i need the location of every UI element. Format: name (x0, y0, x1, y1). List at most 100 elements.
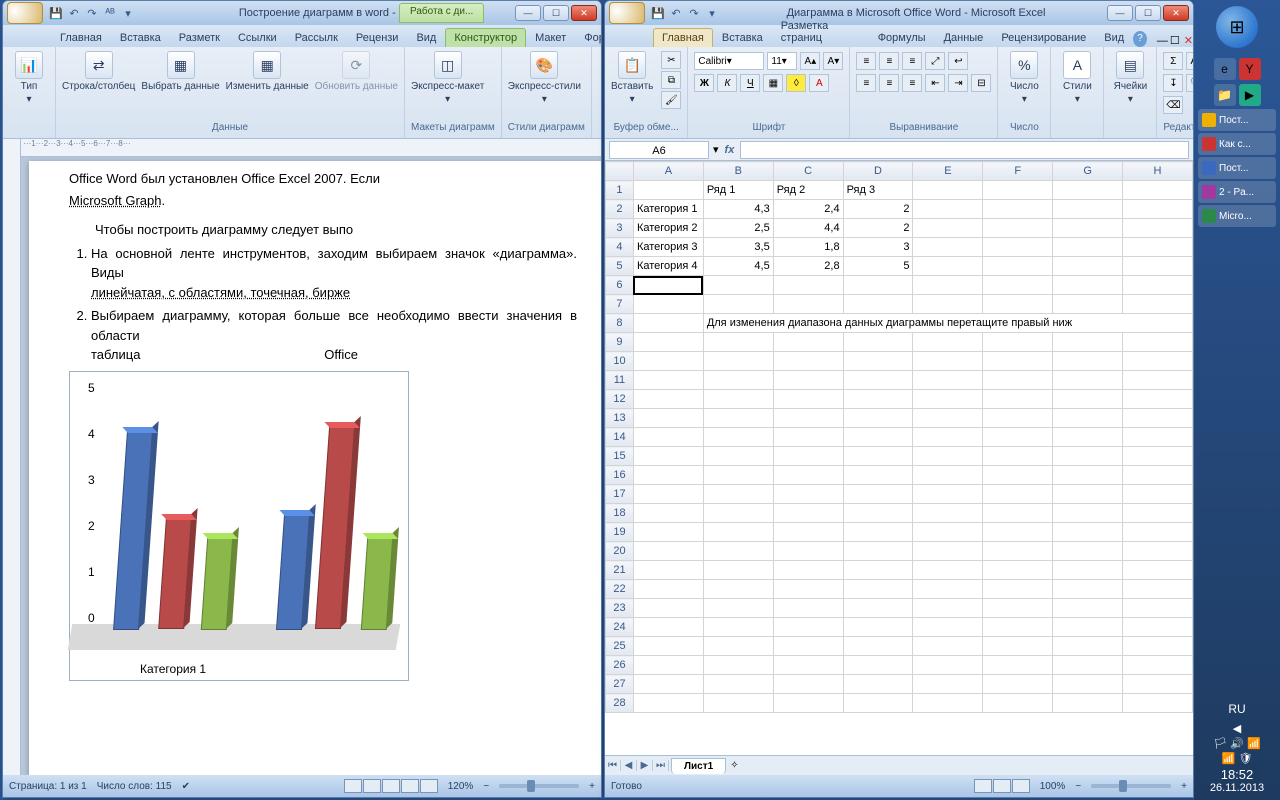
tab-review[interactable]: Рецензирование (992, 28, 1095, 47)
sort-icon[interactable]: A↓ (1186, 52, 1194, 70)
word-count[interactable]: Число слов: 115 (97, 781, 172, 792)
find-icon[interactable]: 🔍 (1186, 74, 1194, 92)
pinned-yandex-icon[interactable]: Y (1239, 58, 1261, 80)
sheet-tab-1[interactable]: Лист1 (671, 758, 726, 774)
name-box[interactable]: A6 (609, 141, 709, 159)
tray-network-icon[interactable]: 📶 (1247, 737, 1261, 750)
align-center-icon[interactable]: ≡ (879, 74, 899, 92)
paste-button[interactable]: 📋Вставить▾ (611, 51, 653, 105)
autosum-icon[interactable]: Σ (1163, 52, 1183, 70)
tray-volume-icon[interactable]: 🔊 (1230, 737, 1244, 750)
zoom-in-icon[interactable]: + (589, 781, 595, 792)
horizontal-ruler[interactable]: ···1···2···3···4···5···6···7···8··· (21, 139, 601, 157)
italic-icon[interactable]: К (717, 74, 737, 92)
spellcheck-icon[interactable]: ᴬᴮ (103, 6, 117, 20)
border-icon[interactable]: ▦ (763, 74, 783, 92)
tray-antivirus-icon[interactable]: 🛡 (1238, 752, 1252, 765)
cut-icon[interactable]: ✂ (661, 51, 681, 69)
font-color-icon[interactable]: A (809, 74, 829, 92)
formula-input[interactable] (740, 141, 1189, 159)
align-right-icon[interactable]: ≡ (902, 74, 922, 92)
embedded-3d-bar-chart[interactable]: 012345 Категория 1 (69, 371, 409, 681)
next-sheet-icon[interactable]: ▶ (637, 760, 653, 771)
fx-icon[interactable]: fx (725, 144, 735, 156)
chart-type-button[interactable]: 📊Тип▾ (9, 51, 49, 105)
tab-formulas[interactable]: Формулы (869, 28, 935, 47)
excel-titlebar[interactable]: 💾 ↶ ↷ ▾ Диаграмма в Microsoft Office Wor… (605, 1, 1193, 25)
format-painter-icon[interactable]: 🖌 (661, 91, 681, 109)
tab-insert[interactable]: Вставка (713, 28, 772, 47)
tab-references[interactable]: Ссылки (229, 28, 286, 47)
clear-icon[interactable]: ⌫ (1163, 96, 1183, 114)
prev-sheet-icon[interactable]: ◀ (621, 760, 637, 771)
start-button[interactable]: ⊞ (1216, 6, 1258, 48)
zoom-out-icon[interactable]: − (1075, 781, 1081, 792)
redo-icon[interactable]: ↷ (687, 6, 701, 20)
word-titlebar[interactable]: 💾 ↶ ↷ ᴬᴮ ▾ Построение диаграмм в word - … (3, 1, 601, 25)
maximize-button[interactable]: ☐ (1135, 5, 1161, 21)
first-sheet-icon[interactable]: ⏮ (605, 760, 621, 771)
taskbar-item[interactable]: Пост... (1198, 109, 1276, 131)
undo-icon[interactable]: ↶ (669, 6, 683, 20)
tab-chart-design[interactable]: Конструктор (445, 28, 526, 47)
tab-layout[interactable]: Разметк (170, 28, 229, 47)
fill-color-icon[interactable]: ◊ (786, 74, 806, 92)
save-icon[interactable]: 💾 (651, 6, 665, 20)
bold-icon[interactable]: Ж (694, 74, 714, 92)
edit-data-button[interactable]: ▦Изменить данные (226, 51, 309, 92)
last-sheet-icon[interactable]: ⏭ (653, 760, 669, 771)
grow-font-icon[interactable]: A▴ (800, 52, 820, 70)
document-page[interactable]: Office Word был установлен Office Excel … (29, 161, 601, 775)
spreadsheet-grid[interactable]: ABCDEFGH1Ряд 1Ряд 2Ряд 32Категория 14,32… (605, 161, 1193, 755)
wrap-text-icon[interactable]: ↩ (948, 52, 968, 70)
minimize-button[interactable]: — (1107, 5, 1133, 21)
number-format-button[interactable]: %Число▾ (1004, 51, 1044, 105)
pinned-explorer-icon[interactable]: 📁 (1214, 84, 1236, 106)
maximize-button[interactable]: ☐ (543, 5, 569, 21)
tab-page-layout[interactable]: Разметка страниц (772, 16, 869, 47)
align-bottom-icon[interactable]: ≡ (902, 52, 922, 70)
zoom-in-icon[interactable]: + (1181, 781, 1187, 792)
switch-row-col-button[interactable]: ⇄Строка/столбец (62, 51, 135, 92)
fill-icon[interactable]: ↧ (1163, 74, 1183, 92)
tab-home[interactable]: Главная (653, 28, 713, 47)
zoom-slider[interactable] (1091, 784, 1171, 788)
shrink-font-icon[interactable]: A▾ (823, 52, 843, 70)
view-buttons[interactable] (344, 779, 438, 793)
save-icon[interactable]: 💾 (49, 6, 63, 20)
tab-mailings[interactable]: Рассылк (286, 28, 347, 47)
office-button[interactable] (7, 2, 43, 24)
close-button[interactable]: ✕ (1163, 5, 1189, 21)
merge-icon[interactable]: ⊟ (971, 74, 991, 92)
zoom-percent[interactable]: 100% (1040, 781, 1066, 792)
undo-icon[interactable]: ↶ (67, 6, 81, 20)
align-left-icon[interactable]: ≡ (856, 74, 876, 92)
tray-expand-icon[interactable]: ◀ (1210, 722, 1264, 735)
tab-insert[interactable]: Вставка (111, 28, 170, 47)
qat-dropdown-icon[interactable]: ▾ (705, 6, 719, 20)
underline-icon[interactable]: Ч (740, 74, 760, 92)
font-name-combo[interactable]: Calibri ▾ (694, 52, 764, 70)
clock-time[interactable]: 18:52 (1210, 767, 1264, 782)
align-top-icon[interactable]: ≡ (856, 52, 876, 70)
tab-home[interactable]: Главная (51, 28, 111, 47)
taskbar-item[interactable]: 2 - Pa... (1198, 181, 1276, 203)
page-indicator[interactable]: Страница: 1 из 1 (9, 781, 87, 792)
select-data-button[interactable]: ▦Выбрать данные (141, 51, 219, 92)
tab-view[interactable]: Вид (407, 28, 445, 47)
new-sheet-icon[interactable]: ✧ (730, 760, 738, 771)
tray-signal-icon[interactable]: 📶 (1222, 752, 1236, 765)
help-icon[interactable]: ? (1133, 31, 1147, 47)
vertical-ruler[interactable] (3, 139, 21, 775)
tab-review[interactable]: Рецензи (347, 28, 408, 47)
align-middle-icon[interactable]: ≡ (879, 52, 899, 70)
tab-chart-layout[interactable]: Макет (526, 28, 575, 47)
qat-dropdown-icon[interactable]: ▾ (121, 6, 135, 20)
quick-styles-button[interactable]: 🎨Экспресс-стили▾ (508, 51, 581, 105)
minimize-button[interactable]: — (515, 5, 541, 21)
font-size-combo[interactable]: 11 ▾ (767, 52, 797, 70)
orientation-icon[interactable]: ⤢ (925, 52, 945, 70)
view-buttons[interactable] (974, 779, 1030, 793)
tab-view[interactable]: Вид (1095, 28, 1133, 47)
taskbar-item[interactable]: Как с... (1198, 133, 1276, 155)
